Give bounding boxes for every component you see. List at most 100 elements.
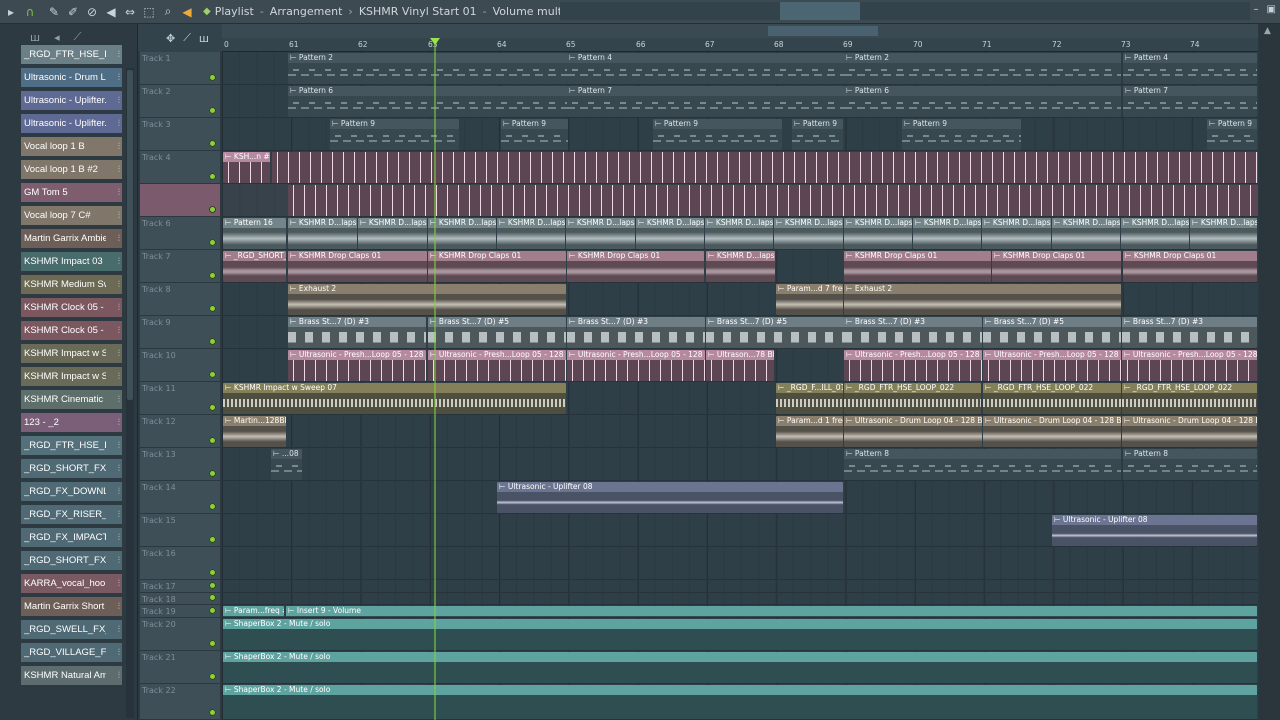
clip[interactable]: ⊢ KSHMR D...laps 04 [844, 218, 912, 249]
track-mute-led[interactable] [209, 74, 216, 81]
clip[interactable]: ⊢ KSHMR D...laps 04 [288, 218, 357, 249]
track-mute-led[interactable] [209, 607, 216, 614]
mute-icon[interactable]: ◀ [103, 4, 119, 20]
track-header[interactable] [140, 184, 220, 217]
overview-selection[interactable] [780, 2, 860, 20]
track-header[interactable]: Track 8 [140, 283, 220, 316]
clip[interactable]: ⊢ Brass St...7 (D) #3 [1122, 317, 1257, 348]
channel-item[interactable]: GM Tom 5 ⫶ [21, 183, 122, 202]
track-header[interactable]: Track 12 [140, 415, 220, 448]
clip[interactable]: ⊢ KSHMR D...laps 04 [1052, 218, 1120, 249]
clip[interactable]: ⊢ KSHMR Drop Claps 01 [428, 251, 566, 282]
channel-item[interactable]: KARRA_vocal_hook_... ⫶ [21, 574, 122, 593]
channel-item[interactable]: _RGD_FX_DOWNLIFTE... ⫶ [21, 482, 122, 501]
track-mute-led[interactable] [209, 272, 216, 279]
clip[interactable]: ⊢ Brass St...7 (D) #5 [983, 317, 1121, 348]
channel-item[interactable]: Vocal loop 1 B #2 ⫶ [21, 160, 122, 179]
track-lane[interactable] [222, 547, 1258, 580]
clip[interactable]: ⊢ KSHMR Drop Claps 01 [288, 251, 427, 282]
clip[interactable]: ⊢ KSHMR D...laps 01 [706, 251, 775, 282]
clip[interactable]: ⊢ Ultrasonic - Drum Loop 04 - 128 BPM [844, 416, 982, 447]
channel-item[interactable]: KSHMR Clock 05 - Co... ⫶ [21, 321, 122, 340]
track-header[interactable]: Track 6 [140, 217, 220, 250]
track-mute-led[interactable] [209, 594, 216, 601]
channel-item[interactable]: KSHMR Impact w Swe... ⫶ [21, 344, 122, 363]
track-lane[interactable] [222, 593, 1258, 605]
bar-ruler[interactable]: 0 61 62 63 64 65 66 67 68 69 70 71 72 73 74 [222, 38, 1258, 52]
link-icon[interactable]: ⟋ [183, 31, 191, 45]
track-header[interactable]: Track 13 [140, 448, 220, 481]
channel-item[interactable]: _RGD_FX_RISER_009 ⫶ [21, 505, 122, 524]
track-mute-led[interactable] [209, 404, 216, 411]
clip[interactable]: ⊢ Pattern 2 [288, 53, 567, 84]
track-header[interactable]: Track 11 [140, 382, 220, 415]
song-overview[interactable] [560, 2, 1250, 20]
track-lane[interactable] [222, 580, 1258, 593]
track-mute-led[interactable] [209, 640, 216, 647]
scroll-up-icon[interactable]: ▲ [1264, 26, 1271, 36]
track-mute-led[interactable] [209, 470, 216, 477]
clip[interactable]: ⊢ Ultrasonic - Uplifter 08 [497, 482, 843, 513]
track-header[interactable]: Track 15 [140, 514, 220, 547]
clip[interactable]: ⊢ KSHMR Drop Claps 01 [567, 251, 704, 282]
clip[interactable]: ⊢ _RGD_F...ILL_016 [776, 383, 843, 414]
track-mute-led[interactable] [209, 569, 216, 576]
channel-item[interactable]: KSHMR Clock 05 - Co... ⫶ [21, 298, 122, 317]
time-selection[interactable] [768, 26, 878, 36]
clip[interactable]: ⊢ ShaperBox 2 - Mute / solo [223, 652, 1257, 683]
clip[interactable]: ⊢ Pattern 4 [1123, 53, 1257, 84]
arrow-right-icon[interactable]: ▸ [3, 4, 19, 20]
clip[interactable]: ⊢ KSHMR D...laps 04 [705, 218, 773, 249]
track-mute-led[interactable] [209, 173, 216, 180]
slip-icon[interactable]: ⇔ [122, 4, 138, 20]
channel-item[interactable]: _RGD_FTR_HSE_LOO ⫶ [21, 45, 122, 64]
clip[interactable]: ⊢ Param...d 7 freq [776, 284, 843, 315]
track-mute-led[interactable] [209, 338, 216, 345]
delete-icon[interactable]: ⊘ [84, 4, 100, 20]
select-icon[interactable]: ⬚ [141, 4, 157, 20]
clip[interactable]: ⊢ KSHMR Drop Claps 01 [1123, 251, 1257, 282]
clip[interactable]: ⊢ Brass St...7 (D) #3 [288, 317, 426, 348]
clip[interactable]: ⊢ KSHMR D...laps 04 [774, 218, 843, 249]
track-mute-led[interactable] [209, 239, 216, 246]
clip[interactable]: ⊢ Ultrasonic - Presh...Loop 05 - 128 BPM [288, 350, 426, 381]
channel-item[interactable]: _RGD_SHORT_FX_008 ⫶ [21, 551, 122, 570]
clip[interactable]: ⊢ Pattern 9 [653, 119, 782, 150]
clip[interactable]: ⊢ KSHMR Drop Claps 01 [992, 251, 1121, 282]
track-mute-led[interactable] [209, 503, 216, 510]
track-header[interactable]: Track 21 [140, 651, 220, 684]
playback-icon[interactable]: ◀ [179, 4, 195, 20]
clip[interactable]: ⊢ Pattern 2 [844, 53, 1121, 84]
clip[interactable]: ⊢ KSHMR D...laps 04 [636, 218, 704, 249]
maximize-icon[interactable]: ▣ [1267, 4, 1276, 15]
track-header[interactable]: Track 17 [140, 580, 220, 593]
channel-item[interactable]: Vocal loop 1 B ⫶ [21, 137, 122, 156]
clip[interactable]: ⊢ Pattern 8 [844, 449, 1121, 480]
track-header[interactable]: Track 2 [140, 85, 220, 118]
vertical-scrollbar[interactable]: ▲ [1259, 24, 1280, 720]
clip[interactable]: ⊢ KSHMR D...laps 04 [913, 218, 981, 249]
clip[interactable]: ⊢ Pattern 9 [501, 119, 568, 150]
clip[interactable]: ⊢ _RGD_SHORT_F [223, 251, 286, 282]
track-mute-led[interactable] [209, 709, 216, 716]
clip[interactable]: ⊢ Pattern 9 [330, 119, 459, 150]
clip[interactable]: ⊢ Ultrasonic - Presh...Loop 05 - 128 BPM [567, 350, 705, 381]
track-header[interactable]: Track 1 [140, 52, 220, 85]
clip[interactable]: ⊢ KSHMR Drop Claps 01 [844, 251, 991, 282]
clip[interactable]: ⊢ KSHMR D...laps 04 [358, 218, 427, 249]
clip[interactable]: ⊢ Insert 9 - Volume [286, 606, 1257, 617]
paint-icon[interactable]: ✐ [65, 4, 81, 20]
channel-item[interactable]: _RGD_SWELL_FX_E_01 ⫶ [21, 620, 122, 639]
channel-item[interactable]: Martin Garrix Ambien... ⫶ [21, 229, 122, 248]
playhead-marker[interactable] [430, 38, 440, 45]
track-header[interactable]: Track 7 [140, 250, 220, 283]
clip[interactable]: ⊢ Brass St...7 (D) #3 [567, 317, 705, 348]
arrow-left-icon[interactable]: ◂ [54, 31, 60, 44]
clip[interactable]: ⊢ Pattern 6 [288, 86, 567, 117]
clip[interactable]: ⊢ KSHMR D...laps 04 [1121, 218, 1189, 249]
clip[interactable]: ⊢ _RGD_FTR_HSE_LOOP_022 [1122, 383, 1257, 414]
clip[interactable]: ⊢ Brass St...7 (D) #3 [844, 317, 982, 348]
channel-item[interactable]: _RGD_FTR_HSE_BUIL... ⫶ [21, 436, 122, 455]
link-icon[interactable]: ⟋ [74, 30, 82, 44]
magnet-icon[interactable]: ∩ [22, 4, 38, 20]
